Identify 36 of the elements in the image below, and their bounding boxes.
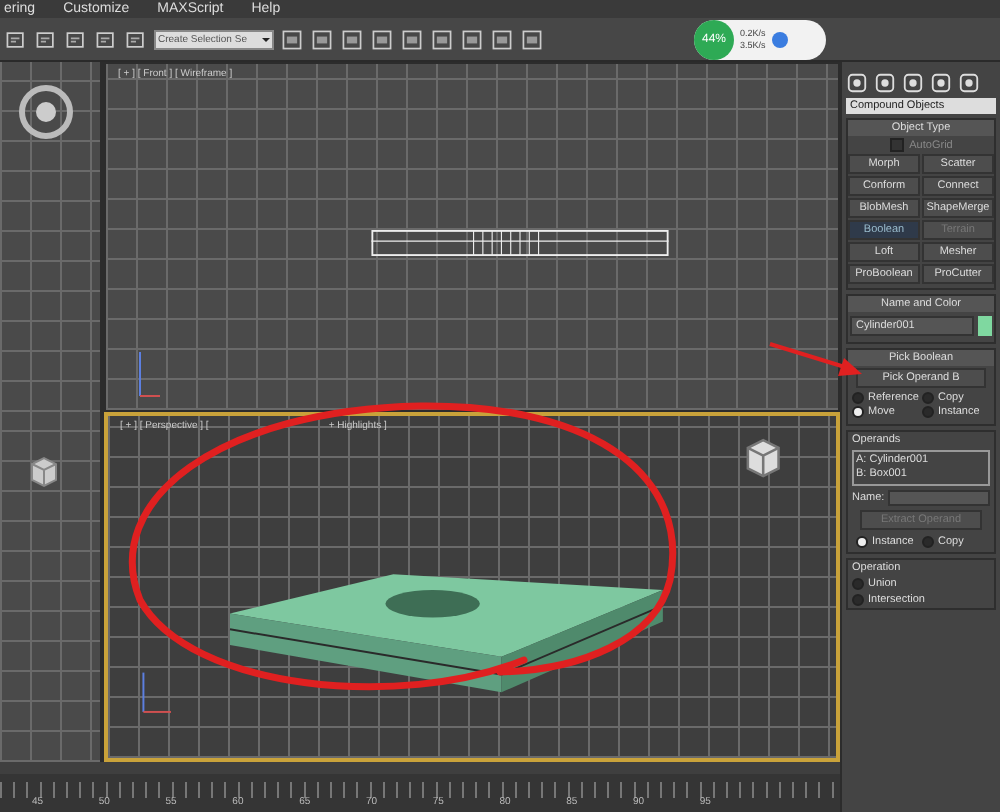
panel-tab-icon[interactable] xyxy=(874,72,896,94)
color-swatch[interactable] xyxy=(978,316,992,336)
radio-button[interactable] xyxy=(922,536,934,548)
tool-icon[interactable] xyxy=(520,27,544,51)
caret-icon xyxy=(262,37,270,45)
radio-button[interactable] xyxy=(922,406,934,418)
tool-icon[interactable] xyxy=(310,27,334,51)
viewport[interactable] xyxy=(0,62,104,412)
tool-icon[interactable] xyxy=(490,27,514,51)
checkbox[interactable] xyxy=(889,138,904,152)
cube-icon[interactable] xyxy=(747,440,779,477)
tool-icon[interactable] xyxy=(34,27,58,51)
panel-tab-icon[interactable] xyxy=(930,72,952,94)
radio-button[interactable] xyxy=(856,536,868,548)
tool-icon[interactable] xyxy=(94,27,118,51)
radio-button[interactable] xyxy=(852,406,864,418)
radio-button[interactable] xyxy=(852,594,864,606)
axis-gizmo-drawing xyxy=(142,671,172,713)
tool-icon[interactable] xyxy=(370,27,394,51)
panel-tab-icon[interactable] xyxy=(846,72,868,94)
radio-button[interactable] xyxy=(852,392,864,404)
arrow-annotation xyxy=(769,342,862,376)
tool-icon[interactable] xyxy=(4,27,28,51)
compass-icon xyxy=(16,82,76,142)
tool-icon[interactable] xyxy=(460,27,484,51)
radio-button[interactable] xyxy=(922,392,934,404)
tool-icon[interactable] xyxy=(340,27,364,51)
tool-icon[interactable] xyxy=(280,27,304,51)
tool-icon[interactable] xyxy=(430,27,454,51)
radio-button[interactable] xyxy=(852,578,864,590)
panel-tab-icon[interactable] xyxy=(902,72,924,94)
panel-tab-icon[interactable] xyxy=(958,72,980,94)
name-field[interactable] xyxy=(888,490,990,506)
tool-icon[interactable] xyxy=(64,27,88,51)
tool-icon[interactable] xyxy=(124,27,148,51)
tool-icon[interactable] xyxy=(400,27,424,51)
